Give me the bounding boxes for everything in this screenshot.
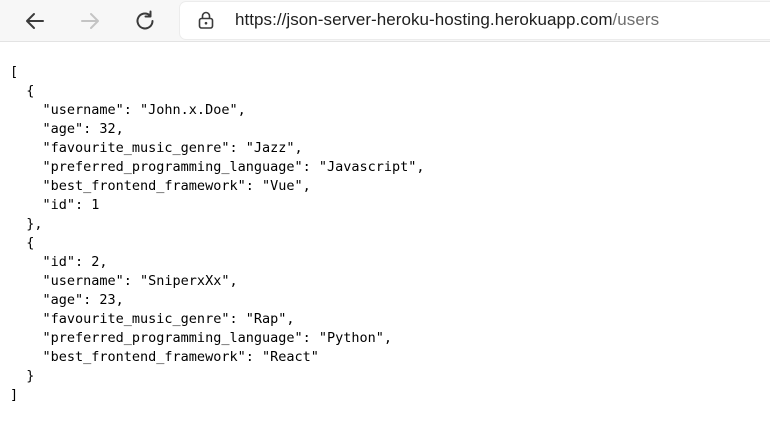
forward-arrow-icon xyxy=(81,13,99,29)
refresh-button[interactable] xyxy=(129,5,161,37)
json-line: } xyxy=(10,368,35,384)
json-line: }, xyxy=(10,216,43,232)
json-line: "id": 1 xyxy=(10,197,100,213)
url-path: /users xyxy=(612,10,660,29)
json-line: "username": "John.x.Doe", xyxy=(10,102,246,118)
back-button[interactable] xyxy=(19,5,51,37)
json-line: "preferred_programming_language": "Pytho… xyxy=(10,330,393,346)
lock-icon[interactable] xyxy=(196,10,216,30)
json-line: "username": "SniperxXx", xyxy=(10,273,238,289)
json-line: "age": 23, xyxy=(10,292,124,308)
browser-toolbar: https://json-server-heroku-hosting.herok… xyxy=(0,0,770,42)
json-viewer: [ { "username": "John.x.Doe", "age": 32,… xyxy=(10,63,760,405)
address-bar[interactable]: https://json-server-heroku-hosting.herok… xyxy=(180,2,770,39)
url-host: https://json-server-heroku-hosting.herok… xyxy=(235,10,613,29)
json-line: "preferred_programming_language": "Javas… xyxy=(10,159,425,175)
json-line: "favourite_music_genre": "Jazz", xyxy=(10,140,303,156)
json-line: "favourite_music_genre": "Rap", xyxy=(10,311,295,327)
json-line: "id": 2, xyxy=(10,254,108,270)
json-line: { xyxy=(10,235,35,251)
json-line: "best_frontend_framework": "Vue", xyxy=(10,178,311,194)
json-line: "age": 32, xyxy=(10,121,124,137)
json-line: ] xyxy=(10,387,19,403)
json-line: [ xyxy=(10,64,19,80)
refresh-icon xyxy=(136,10,154,30)
json-line: { xyxy=(10,83,35,99)
back-arrow-icon xyxy=(26,13,44,29)
json-line: "best_frontend_framework": "React" xyxy=(10,349,319,365)
url-text[interactable]: https://json-server-heroku-hosting.herok… xyxy=(235,10,659,30)
forward-button[interactable] xyxy=(74,5,106,37)
